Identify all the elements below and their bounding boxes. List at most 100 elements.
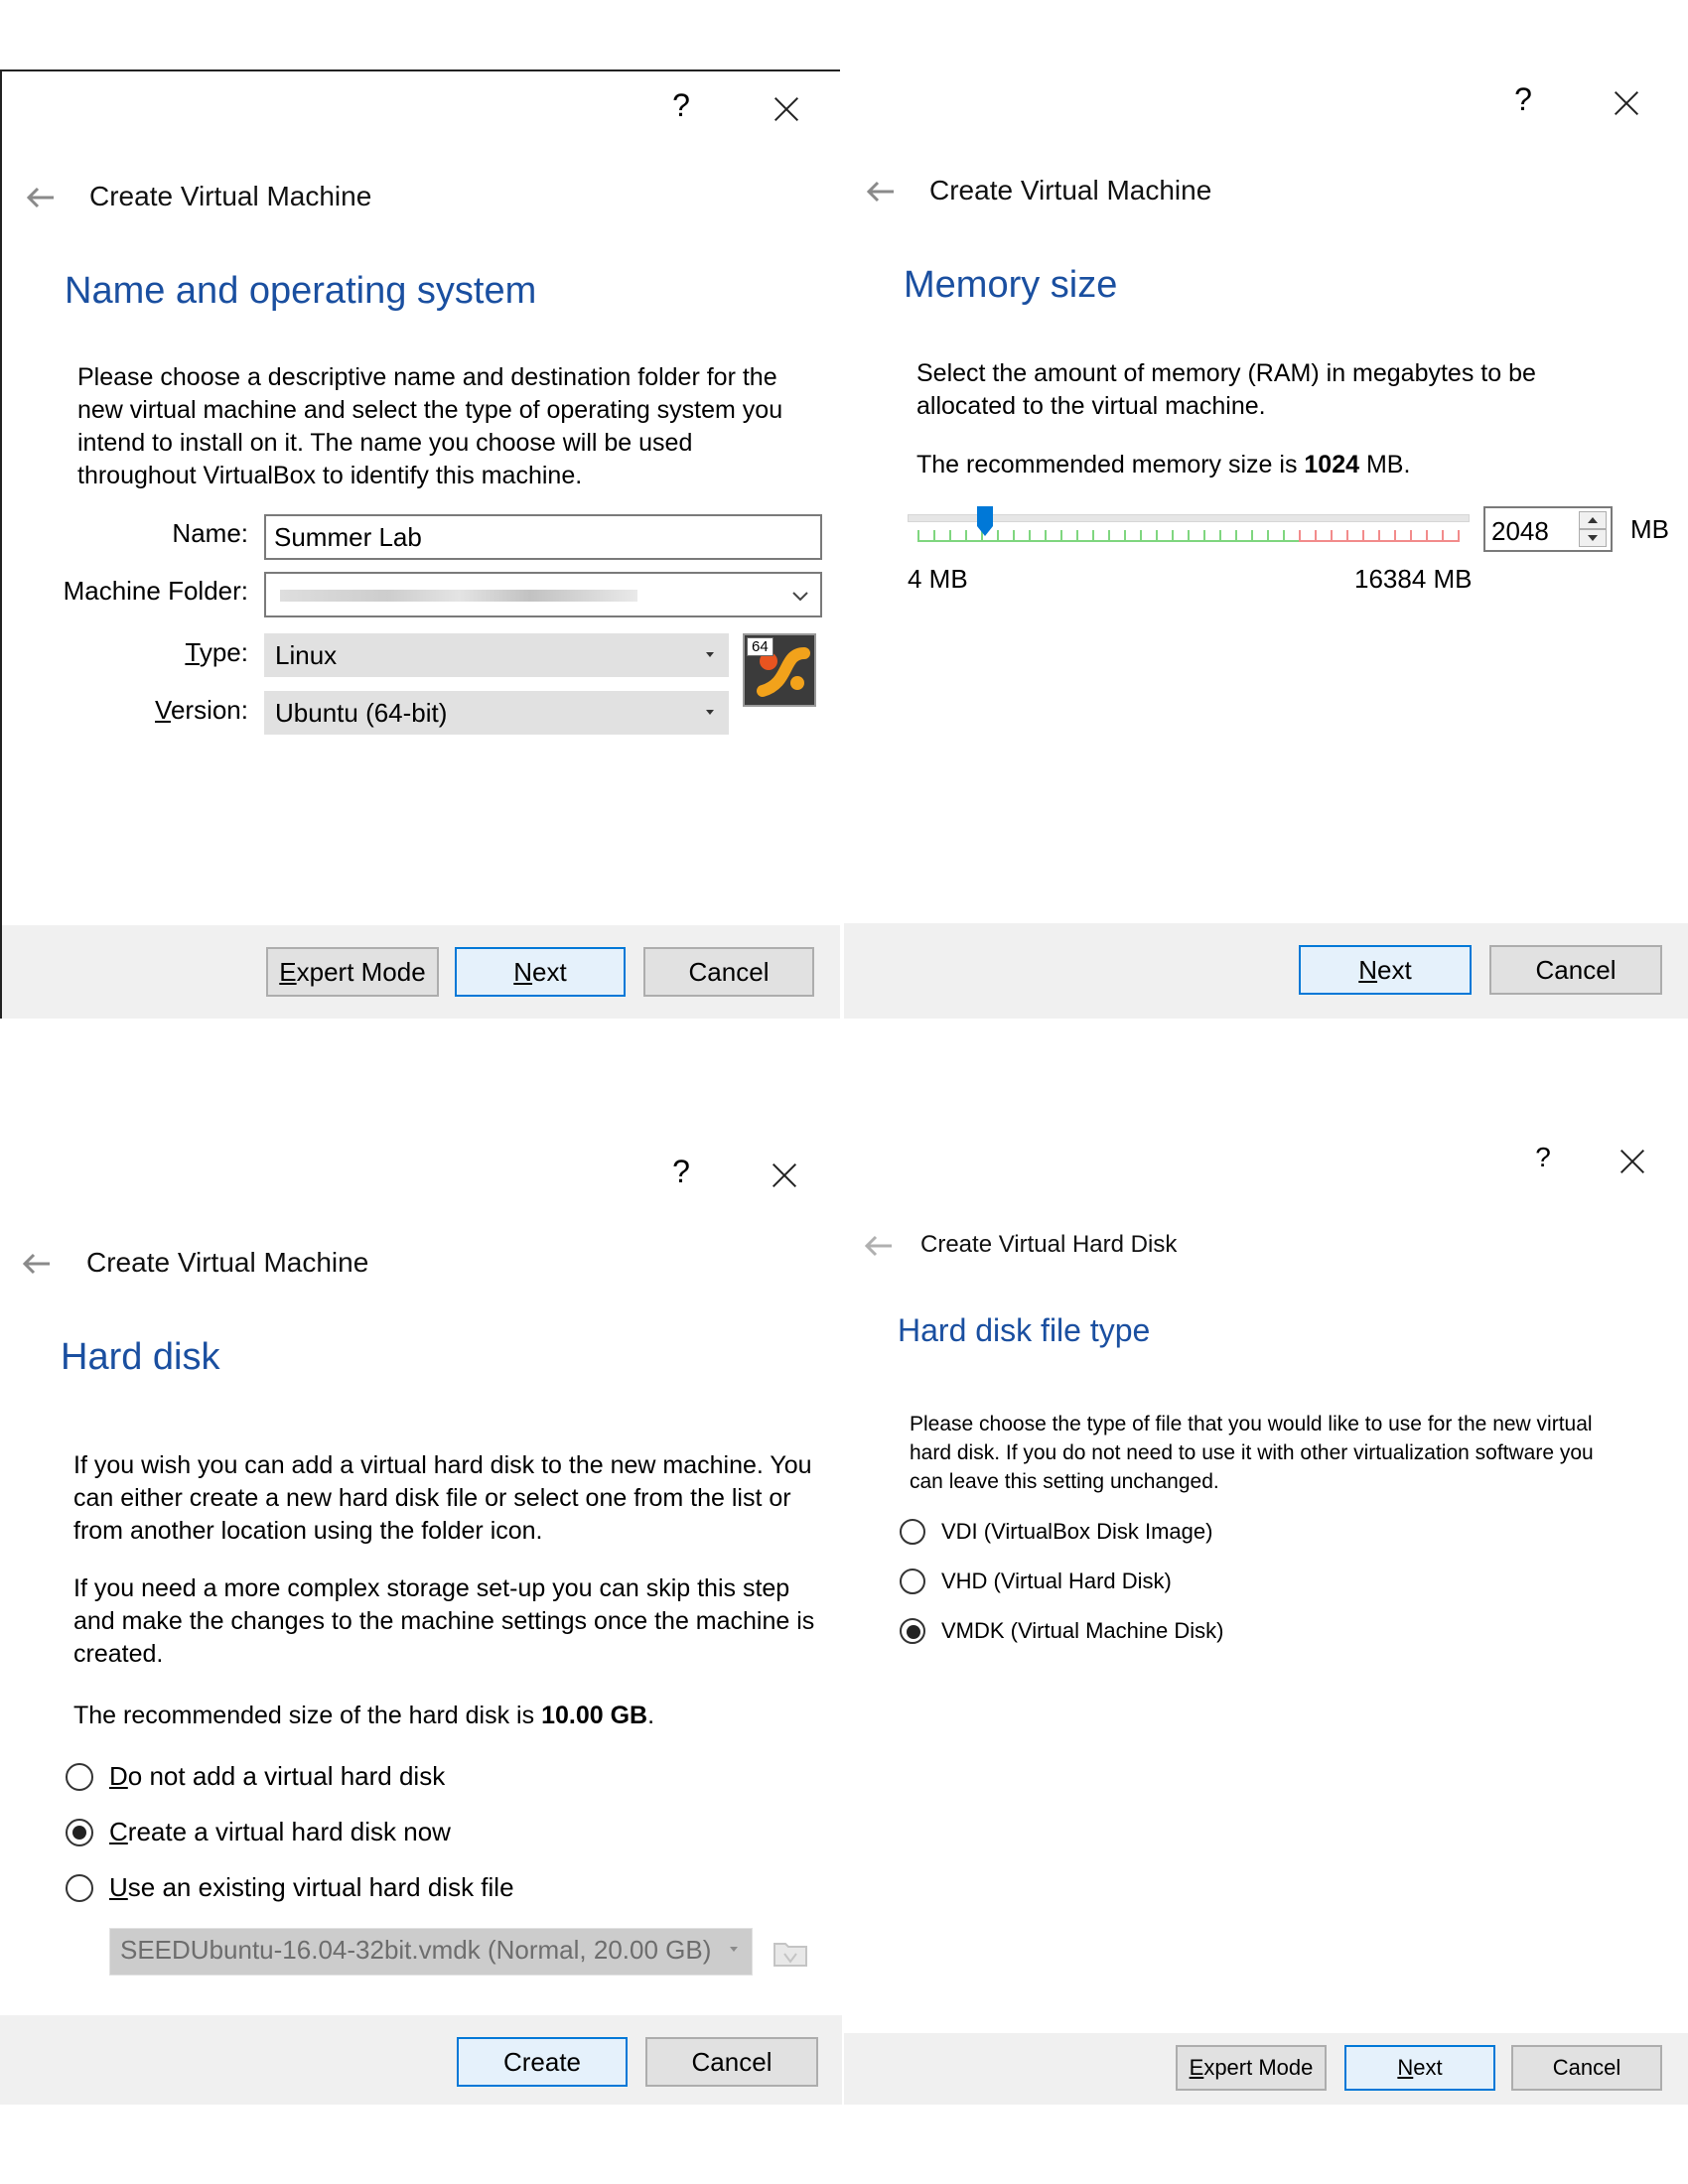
next-key: N	[1358, 954, 1378, 985]
memory-slider[interactable]	[908, 506, 1470, 552]
expert-key: E	[279, 956, 297, 987]
back-arrow-icon[interactable]	[22, 1253, 52, 1275]
back-arrow-icon[interactable]	[864, 1235, 894, 1257]
option-rest: o not add a virtual hard disk	[127, 1761, 446, 1791]
page-description: If you wish you can add a virtual hard d…	[73, 1451, 812, 1545]
window-title: Create Virtual Hard Disk	[920, 1231, 1178, 1258]
name-label: Name:	[172, 518, 248, 548]
wizard-disk-type: ? Create Virtual Hard Disk Hard disk fil…	[844, 1112, 1688, 2105]
spin-down-icon[interactable]	[1579, 529, 1607, 547]
option-label: VMDK (Virtual Machine Disk)	[941, 1618, 1224, 1643]
page-heading: Hard disk file type	[898, 1312, 1151, 1348]
button-bar: Expert Mode Next Cancel	[844, 2033, 1688, 2105]
expert-mode-button[interactable]: Expert Mode	[1176, 2045, 1327, 2091]
recommended-pre: The recommended memory size is	[916, 451, 1305, 478]
type-select[interactable]: Linux	[264, 633, 729, 677]
option-label: VHD (Virtual Hard Disk)	[941, 1569, 1172, 1593]
slider-max-label: 16384 MB	[1354, 564, 1473, 594]
next-button[interactable]: Next	[1299, 945, 1472, 995]
help-button[interactable]: ?	[1503, 81, 1543, 118]
next-rest: ext	[532, 956, 567, 987]
next-key: N	[1397, 2055, 1414, 2080]
recommended-size: The recommended size of the hard disk is…	[73, 1700, 828, 1732]
radio-vmdk[interactable]: VMDK (Virtual Machine Disk)	[900, 1618, 1223, 1644]
version-select[interactable]: Ubuntu (64-bit)	[264, 691, 729, 735]
help-button[interactable]: ?	[661, 1154, 701, 1190]
option-key: D	[109, 1761, 128, 1791]
help-button[interactable]: ?	[1523, 1142, 1563, 1173]
back-arrow-icon[interactable]	[26, 187, 56, 208]
window-title: Create Virtual Machine	[86, 1247, 369, 1278]
button-bar: Expert Mode Next Cancel	[2, 925, 840, 1019]
close-button[interactable]	[1607, 83, 1646, 123]
slider-ticks-green	[917, 530, 1299, 542]
existing-disk-select: SEEDUbuntu-16.04-32bit.vmdk (Normal, 20.…	[109, 1928, 753, 1976]
radio-indicator	[900, 1618, 925, 1644]
redacted-path	[280, 590, 637, 602]
type-label: Type:	[101, 637, 248, 668]
memory-spinbox[interactable]: 2048	[1483, 506, 1613, 552]
machine-folder-label: Machine Folder:	[63, 576, 248, 606]
page-description: Select the amount of memory (RAM) in meg…	[916, 359, 1536, 420]
version-label: Version:	[101, 695, 248, 726]
dropdown-arrow-icon	[706, 652, 714, 657]
page-heading: Memory size	[904, 264, 1118, 306]
recommended-value: 1024	[1304, 451, 1360, 478]
os-badge: 64	[747, 637, 774, 656]
radio-vhd[interactable]: VHD (Virtual Hard Disk)	[900, 1569, 1172, 1594]
cancel-button[interactable]: Cancel	[1511, 2045, 1662, 2091]
radio-indicator	[900, 1569, 925, 1594]
option-key: U	[109, 1872, 128, 1902]
radio-indicator	[900, 1519, 925, 1545]
memory-unit: MB	[1630, 514, 1669, 544]
help-button[interactable]: ?	[661, 87, 701, 124]
close-button[interactable]	[767, 89, 806, 129]
page-heading: Hard disk	[61, 1336, 220, 1378]
type-label-rest: ype:	[199, 637, 248, 667]
recommended-memory: The recommended memory size is 1024 MB.	[916, 449, 1612, 481]
next-key: N	[513, 956, 533, 987]
close-button[interactable]	[1613, 1142, 1652, 1181]
spin-up-icon[interactable]	[1579, 511, 1607, 529]
close-button[interactable]	[765, 1156, 804, 1195]
button-bar: Create Cancel	[0, 2015, 842, 2105]
next-button[interactable]: Next	[1344, 2045, 1495, 2091]
window-title: Create Virtual Machine	[89, 181, 372, 211]
folder-icon	[771, 1932, 810, 1972]
radio-existing-disk[interactable]: Use an existing virtual hard disk file	[66, 1872, 514, 1903]
version-label-rest: ersion:	[170, 695, 248, 725]
machine-folder-combo[interactable]	[264, 572, 822, 617]
page-heading: Name and operating system	[65, 270, 537, 312]
recommended-value: 10.00 GB	[541, 1702, 648, 1729]
radio-vdi[interactable]: VDI (VirtualBox Disk Image)	[900, 1519, 1212, 1545]
radio-no-disk[interactable]: Do not add a virtual hard disk	[66, 1761, 445, 1792]
page-description-2: If you need a more complex storage set-u…	[73, 1574, 815, 1668]
cancel-button[interactable]: Cancel	[645, 2037, 818, 2087]
dropdown-arrow-icon	[730, 1947, 738, 1952]
expert-rest: xpert Mode	[1203, 2055, 1314, 2080]
expert-mode-button[interactable]: Expert Mode	[266, 947, 439, 997]
radio-indicator	[66, 1873, 93, 1902]
memory-spin-value: 2048	[1491, 516, 1549, 546]
radio-create-disk[interactable]: Create a virtual hard disk now	[66, 1817, 451, 1847]
wizard-hard-disk: ? Create Virtual Machine Hard disk If yo…	[0, 1112, 842, 2105]
cancel-button[interactable]: Cancel	[643, 947, 814, 997]
recommended-post: MB.	[1359, 451, 1411, 478]
next-button[interactable]: Next	[455, 947, 626, 997]
create-button[interactable]: Create	[457, 2037, 628, 2087]
slider-min-label: 4 MB	[908, 564, 968, 594]
cancel-button[interactable]: Cancel	[1489, 945, 1662, 995]
ubuntu-os-icon: 64	[743, 633, 816, 707]
button-bar: Next Cancel	[844, 923, 1688, 1019]
slider-thumb[interactable]	[977, 506, 994, 536]
option-rest: se an existing virtual hard disk file	[127, 1872, 514, 1902]
next-rest: ext	[1413, 2055, 1443, 2080]
name-input[interactable]: Summer Lab	[264, 514, 822, 560]
next-rest: ext	[1377, 954, 1412, 985]
version-label-key: V	[155, 695, 171, 725]
back-arrow-icon[interactable]	[866, 181, 896, 203]
radio-indicator	[66, 1818, 93, 1846]
existing-disk-value: SEEDUbuntu-16.04-32bit.vmdk (Normal, 20.…	[120, 1935, 712, 1965]
chevron-down-icon[interactable]	[790, 582, 810, 613]
radio-indicator	[66, 1762, 93, 1791]
